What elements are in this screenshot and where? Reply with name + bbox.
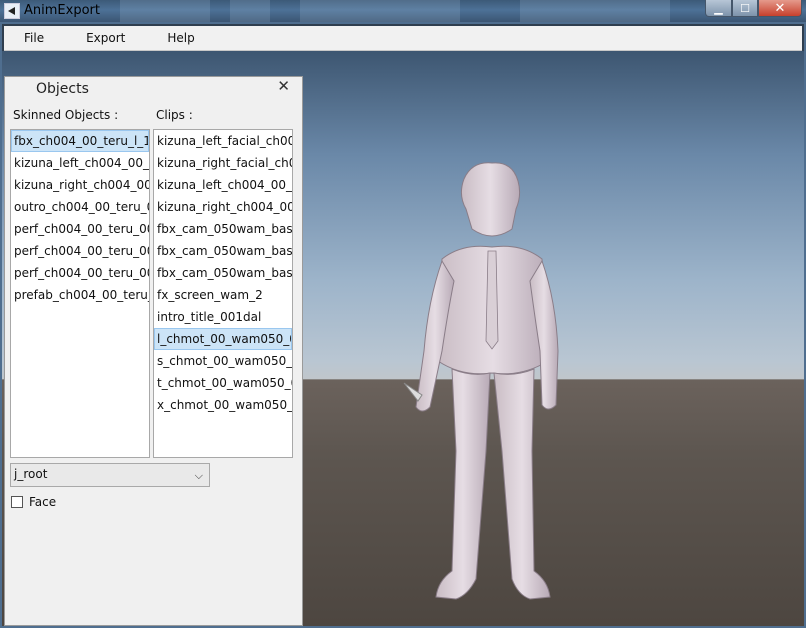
maximize-button[interactable]: ☐	[732, 0, 758, 17]
clip-item[interactable]: kizuna_right_ch004_00_	[154, 196, 292, 218]
client-area: File Export Help Objects ✕ Skinned Objec…	[2, 24, 804, 626]
clip-item[interactable]: kizuna_right_facial_ch00	[154, 152, 292, 174]
face-checkbox[interactable]	[11, 496, 23, 508]
character-model	[403, 162, 559, 600]
clip-item[interactable]: kizuna_left_ch004_00_0	[154, 174, 292, 196]
minimize-button[interactable]: ▁	[705, 0, 732, 17]
skinned-object-item[interactable]: prefab_ch004_00_teru_l	[11, 284, 149, 306]
clip-item[interactable]: t_chmot_00_wam050_00	[154, 372, 292, 394]
skinned-object-item[interactable]: perf_ch004_00_teru_000	[11, 218, 149, 240]
objects-panel: Objects ✕ Skinned Objects : Clips : fbx_…	[4, 76, 303, 626]
menu-help[interactable]: Help	[151, 26, 210, 51]
skinned-objects-list[interactable]: fbx_ch004_00_teru_l_1p kizuna_left_ch004…	[10, 129, 150, 458]
skinned-object-item[interactable]: perf_ch004_00_teru_000	[11, 240, 149, 262]
skinned-object-item[interactable]: kizuna_right_ch004_00_	[11, 174, 149, 196]
window-frame: File Export Help Objects ✕ Skinned Objec…	[0, 22, 806, 628]
chevron-down-icon: ⌵	[194, 469, 203, 482]
skinned-object-item[interactable]: fbx_ch004_00_teru_l_1p	[11, 130, 149, 152]
panel-close-icon[interactable]: ✕	[277, 77, 290, 95]
skinned-object-item[interactable]: perf_ch004_00_teru_000	[11, 262, 149, 284]
bone-select-dropdown[interactable]: j_root ⌵	[10, 463, 210, 487]
clip-item[interactable]: fbx_cam_050wam_base_	[154, 262, 292, 284]
clip-item[interactable]: x_chmot_00_wam050_0	[154, 394, 292, 416]
menu-bar: File Export Help	[4, 26, 802, 51]
bone-select-value: j_root	[14, 467, 48, 481]
face-checkbox-label: Face	[29, 495, 57, 509]
skinned-object-item[interactable]: outro_ch004_00_teru_00	[11, 196, 149, 218]
clip-item[interactable]: intro_title_001dal	[154, 306, 292, 328]
app-icon[interactable]	[4, 3, 20, 19]
menu-export[interactable]: Export	[70, 26, 141, 51]
clip-item[interactable]: fbx_cam_050wam_base_	[154, 240, 292, 262]
close-window-button[interactable]: ✕	[758, 0, 802, 17]
window-title: AnimExport	[24, 3, 100, 18]
menu-file[interactable]: File	[4, 26, 60, 51]
clips-list[interactable]: kizuna_left_facial_ch004 kizuna_right_fa…	[153, 129, 293, 458]
panel-title: Objects	[36, 81, 89, 97]
skinned-objects-label: Skinned Objects :	[13, 108, 119, 122]
clip-item[interactable]: fbx_cam_050wam_base_	[154, 218, 292, 240]
clip-item[interactable]: l_chmot_00_wam050_00	[154, 328, 292, 350]
title-bar: AnimExport ▁ ☐ ✕	[0, 0, 806, 22]
clip-item[interactable]: fx_screen_wam_2	[154, 284, 292, 306]
clips-label: Clips :	[156, 108, 193, 122]
skinned-object-item[interactable]: kizuna_left_ch004_00_m	[11, 152, 149, 174]
clip-item[interactable]: kizuna_left_facial_ch004	[154, 130, 292, 152]
clip-item[interactable]: s_chmot_00_wam050_0	[154, 350, 292, 372]
